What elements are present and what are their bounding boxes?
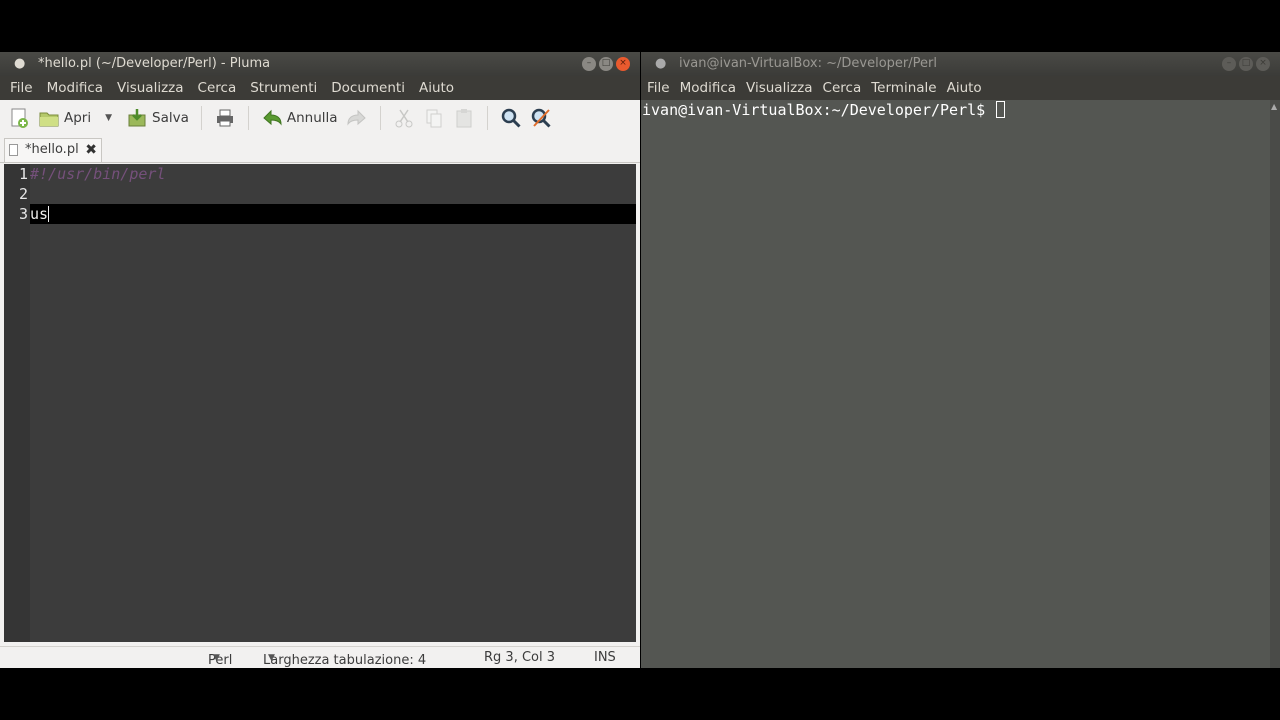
menu-cerca[interactable]: Cerca <box>823 80 862 96</box>
chevron-down-icon: ▼ <box>213 653 220 663</box>
terminal-scrollbar[interactable]: ▲ <box>1270 100 1280 668</box>
cut-button[interactable] <box>389 104 419 132</box>
menu-modifica[interactable]: Modifica <box>47 80 103 96</box>
line-number: 3 <box>18 205 28 223</box>
terminal-titlebar[interactable]: ● ivan@ivan-VirtualBox: ~/Developer/Perl… <box>641 52 1280 76</box>
tab-label: *hello.pl <box>25 142 79 157</box>
chevron-down-icon: ▼ <box>268 653 275 663</box>
scissors-icon <box>393 107 415 129</box>
copy-button[interactable] <box>419 104 449 132</box>
editor-window: ● *hello.pl (~/Developer/Perl) - Pluma –… <box>0 52 640 668</box>
code-line[interactable] <box>30 184 636 204</box>
line-number: 1 <box>18 165 28 183</box>
menu-terminale[interactable]: Terminale <box>871 80 936 96</box>
line-number-gutter: 1 2 3 <box>4 164 30 642</box>
open-label: Apri <box>64 110 92 126</box>
open-button[interactable]: Apri ▼ <box>34 104 116 132</box>
menu-cerca[interactable]: Cerca <box>198 80 237 96</box>
minimize-icon[interactable]: – <box>582 57 596 71</box>
code-line[interactable]: #!/usr/bin/perl <box>30 164 636 184</box>
save-label: Salva <box>152 110 189 126</box>
menu-file[interactable]: File <box>10 80 33 96</box>
terminal-output[interactable]: ivan@ivan-VirtualBox:~/Developer/Perl$ <box>641 100 1006 120</box>
menu-file[interactable]: File <box>647 80 670 96</box>
tab-bar: *hello.pl ✖ <box>0 136 640 163</box>
maximize-icon[interactable]: □ <box>599 57 613 71</box>
close-icon[interactable]: × <box>616 57 630 71</box>
tab-hello-pl[interactable]: *hello.pl ✖ <box>4 138 102 162</box>
toolbar-separator <box>200 106 202 130</box>
toolbar-separator <box>486 106 488 130</box>
window-dot-icon: ● <box>14 56 26 71</box>
tab-close-icon[interactable]: ✖ <box>85 139 97 161</box>
printer-icon <box>214 107 236 129</box>
terminal-menubar: File Modifica Visualizza Cerca Terminale… <box>641 76 1280 100</box>
current-code-line[interactable]: us <box>30 204 636 224</box>
find-button[interactable] <box>496 104 526 132</box>
toolbar-separator <box>247 106 249 130</box>
maximize-icon[interactable]: □ <box>1239 57 1253 71</box>
clipboard-icon <box>453 107 475 129</box>
folder-open-icon <box>38 107 60 129</box>
redo-button[interactable] <box>342 104 372 132</box>
tab-width-label: Larghezza tabulazione: 4 <box>263 653 427 668</box>
save-icon <box>126 107 148 129</box>
menu-documenti[interactable]: Documenti <box>331 80 405 96</box>
menu-aiuto[interactable]: Aiuto <box>419 80 454 96</box>
terminal-window: ● ivan@ivan-VirtualBox: ~/Developer/Perl… <box>641 52 1280 668</box>
terminal-cursor <box>996 101 1006 118</box>
shell-prompt: ivan@ivan-VirtualBox:~/Developer/Perl$ <box>642 101 995 119</box>
language-label: Perl <box>208 653 233 668</box>
editor-titlebar[interactable]: ● *hello.pl (~/Developer/Perl) - Pluma –… <box>0 52 640 76</box>
close-icon[interactable]: × <box>1256 57 1270 71</box>
paste-button[interactable] <box>449 104 479 132</box>
replace-button[interactable] <box>526 104 556 132</box>
save-button[interactable]: Salva <box>122 104 193 132</box>
terminal-window-title: ivan@ivan-VirtualBox: ~/Developer/Perl <box>679 56 937 71</box>
window-dot-icon: ● <box>655 56 667 71</box>
menu-aiuto[interactable]: Aiuto <box>947 80 982 96</box>
undo-icon <box>261 107 283 129</box>
redo-icon <box>346 107 368 129</box>
editor-menubar: File Modifica Visualizza Cerca Strumenti… <box>0 76 640 100</box>
menu-visualizza[interactable]: Visualizza <box>117 80 184 96</box>
new-button[interactable] <box>4 104 34 132</box>
menu-modifica[interactable]: Modifica <box>680 80 736 96</box>
scroll-up-icon[interactable]: ▲ <box>1271 102 1277 111</box>
search-icon <box>500 107 522 129</box>
undo-button[interactable]: Annulla <box>257 104 342 132</box>
editor-statusbar: Perl ▼ Larghezza tabulazione: 4 ▼ Rg 3, Co… <box>0 646 640 668</box>
open-dropdown-icon[interactable]: ▼ <box>105 113 112 123</box>
print-button[interactable] <box>210 104 240 132</box>
undo-label: Annulla <box>286 110 338 126</box>
minimize-icon[interactable]: – <box>1222 57 1236 71</box>
menu-strumenti[interactable]: Strumenti <box>250 80 317 96</box>
insert-mode: INS <box>594 650 616 665</box>
editor-window-title: *hello.pl (~/Developer/Perl) - Pluma <box>38 56 271 71</box>
code-line-text: #!/usr/bin/perl <box>30 165 166 183</box>
code-editor[interactable]: 1 2 3 #!/usr/bin/perl us <box>4 164 636 642</box>
code-line-text: us <box>30 205 49 223</box>
document-icon <box>9 144 18 156</box>
copy-icon <box>423 107 445 129</box>
text-caret <box>48 206 50 222</box>
toolbar-separator <box>379 106 381 130</box>
find-replace-icon <box>530 107 552 129</box>
cursor-position: Rg 3, Col 3 <box>484 650 555 665</box>
editor-toolbar: Apri ▼ Salva Annulla <box>0 100 640 136</box>
menu-visualizza[interactable]: Visualizza <box>746 80 813 96</box>
line-number: 2 <box>18 185 28 203</box>
new-document-icon <box>8 107 30 129</box>
code-lines[interactable]: #!/usr/bin/perl us <box>30 164 636 224</box>
